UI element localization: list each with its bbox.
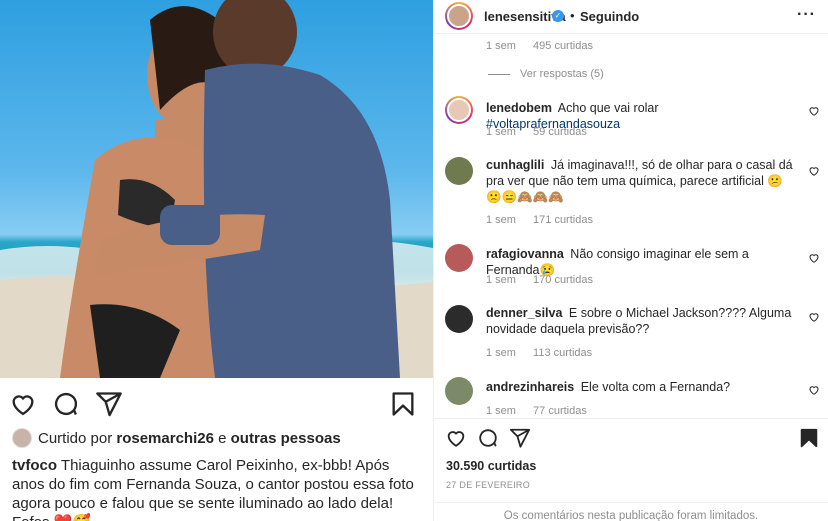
view-replies-button[interactable]: Ver respostas (5) — [488, 68, 604, 80]
comment-time: 1 sem — [486, 405, 516, 417]
comment-likes[interactable]: 495 curtidas — [533, 40, 593, 52]
comment-meta: 1 sem 170 curtidas — [486, 274, 607, 286]
comments-panel: lenesensitiva ✓ • Seguindo ··· 1 sem 495… — [434, 0, 828, 521]
comment-item: andrezinhareis Ele volta com a Fernanda?… — [434, 375, 828, 418]
avatar[interactable] — [445, 377, 473, 405]
avatar[interactable] — [445, 2, 473, 30]
heart-icon[interactable] — [808, 252, 820, 264]
comment-time: 1 sem — [486, 40, 516, 52]
comment-username[interactable]: denner_silva — [486, 306, 562, 320]
comment-meta: 1 sem 59 curtidas — [486, 126, 601, 138]
heart-icon[interactable] — [808, 311, 820, 323]
comment-likes[interactable]: 77 curtidas — [533, 405, 587, 417]
more-icon[interactable]: ··· — [797, 6, 816, 24]
bookmark-icon[interactable] — [389, 390, 417, 418]
replies-line — [488, 73, 510, 75]
liked-by-user[interactable]: rosemarchi26 — [116, 430, 214, 447]
comment-icon[interactable] — [52, 390, 80, 418]
liked-by-row: Curtido por rosemarchi26 e outras pessoa… — [12, 427, 341, 449]
separator-dot: • — [570, 8, 575, 23]
avatar[interactable] — [445, 244, 473, 272]
liked-by-prefix: Curtido por — [38, 429, 113, 447]
comment-body: andrezinhareis Ele volta com a Fernanda? — [486, 379, 794, 395]
heart-icon[interactable] — [808, 105, 820, 117]
bookmark-icon[interactable] — [798, 427, 820, 449]
heart-icon[interactable] — [9, 390, 37, 418]
avatar[interactable] — [445, 157, 473, 185]
avatar[interactable] — [12, 428, 32, 448]
comment-likes[interactable]: 113 curtidas — [533, 347, 592, 359]
comment-meta: 1 sem 171 curtidas — [486, 214, 607, 226]
share-icon[interactable] — [95, 390, 123, 418]
comment-meta: 1 sem 113 curtidas — [486, 347, 606, 359]
comment-time: 1 sem — [486, 347, 516, 359]
post-header: lenesensitiva ✓ • Seguindo ··· — [434, 0, 828, 34]
comment-time: 1 sem — [486, 274, 516, 286]
following-button[interactable]: Seguindo — [580, 9, 639, 24]
likes-count[interactable]: 30.590 curtidas — [446, 459, 536, 473]
photo-illustration — [0, 0, 433, 378]
comment-likes[interactable]: 59 curtidas — [533, 126, 587, 138]
liked-by-suffix: e — [218, 429, 227, 447]
comment-text: Acho que vai rolar — [557, 101, 659, 115]
action-bar — [434, 418, 828, 454]
post-caption: tvfoco Thiaguinho assume Carol Peixinho,… — [12, 456, 422, 521]
avatar[interactable] — [445, 305, 473, 333]
comment-username[interactable]: rafagiovanna — [486, 247, 564, 261]
mobile-post-screenshot: Curtido por rosemarchi26 e outras pessoa… — [0, 0, 433, 521]
post-photo[interactable] — [0, 0, 433, 378]
heart-icon[interactable] — [808, 384, 820, 396]
comment-username[interactable]: cunhaglili — [486, 158, 544, 172]
mobile-action-bar — [0, 388, 433, 418]
comment-icon[interactable] — [477, 427, 499, 449]
comments-limited-notice: Os comentários nesta publicação foram li… — [434, 502, 828, 521]
comment-username[interactable]: lenedobem — [486, 101, 552, 115]
share-icon[interactable] — [509, 427, 531, 449]
comment-meta: 1 sem 77 curtidas — [486, 405, 601, 417]
post-date: 27 DE FEVEREIRO — [446, 480, 531, 490]
comment-likes[interactable]: 171 curtidas — [533, 214, 593, 226]
comment-body: cunhaglili Já imaginava!!!, só de olhar … — [486, 157, 794, 205]
comment-body: denner_silva E sobre o Michael Jackson??… — [486, 305, 794, 337]
heart-icon[interactable] — [808, 165, 820, 177]
comment-time: 1 sem — [486, 214, 516, 226]
comment-time: 1 sem — [486, 126, 516, 138]
view-replies-label: Ver respostas (5) — [520, 68, 604, 80]
heart-icon[interactable] — [445, 427, 467, 449]
comment-text: Ele volta com a Fernanda? — [580, 380, 731, 394]
comment-meta: 1 sem 495 curtidas — [486, 40, 607, 52]
comment-username[interactable]: andrezinhareis — [486, 380, 574, 394]
avatar[interactable] — [445, 96, 473, 124]
verified-icon: ✓ — [552, 10, 564, 22]
liked-by-others[interactable]: outras pessoas — [231, 430, 341, 447]
caption-username[interactable]: tvfoco — [12, 457, 57, 474]
caption-text: Thiaguinho assume Carol Peixinho, ex-bbb… — [12, 457, 414, 521]
comment-likes[interactable]: 170 curtidas — [533, 274, 593, 286]
